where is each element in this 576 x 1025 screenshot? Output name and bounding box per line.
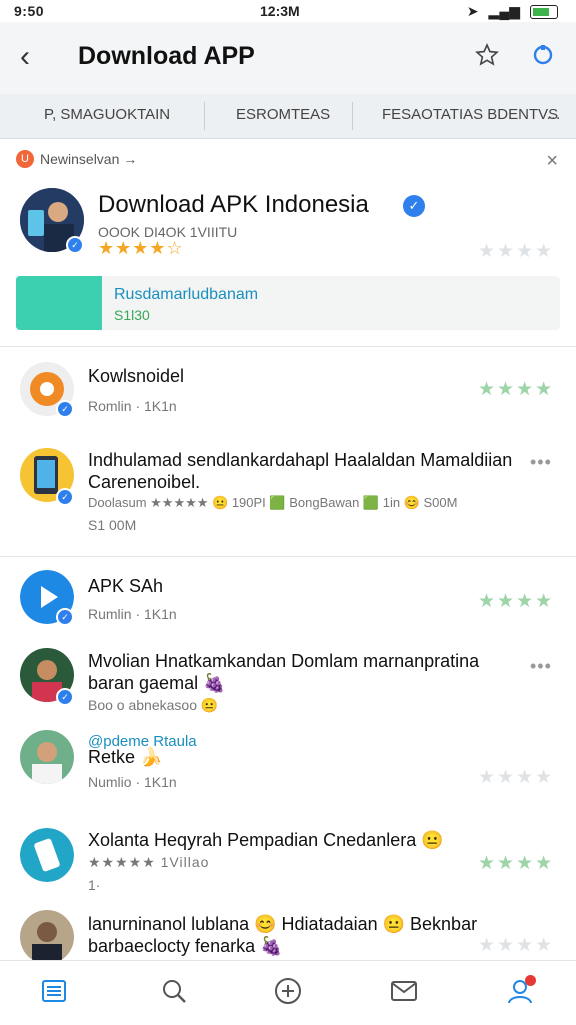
breadcrumb[interactable]: U Newinselvan → xyxy=(16,150,137,168)
app-header: ‹ Download APP xyxy=(0,22,576,94)
tab-3[interactable]: FESAOTATIAS BDENTVS xyxy=(382,106,558,123)
battery-icon xyxy=(530,4,558,19)
list-item-title[interactable]: lanurninanol lublana 😊 Hdiatadaian 😐 Bek… xyxy=(88,914,477,935)
bottom-nav xyxy=(0,960,576,1025)
promo-accent xyxy=(16,276,102,330)
verified-icon: ✓ xyxy=(66,236,84,254)
list-item-meta-2: S1 00M xyxy=(88,517,137,533)
tab-1[interactable]: P, SMAGUOKTAIN xyxy=(44,106,170,123)
list-item-meta: Boo o abnekasoo 😐 xyxy=(88,697,219,713)
more-options-icon[interactable]: ••• xyxy=(530,452,552,473)
status-time: 9:50 xyxy=(14,3,45,19)
status-bar: 9:50 12:3M ➤ ▂▄▆ xyxy=(0,0,576,22)
list-item-title[interactable]: Retke 🍌 xyxy=(88,747,162,768)
divider xyxy=(0,556,576,557)
app-badge-icon: U xyxy=(16,150,34,168)
verified-icon: ✓ xyxy=(56,488,74,506)
rating-stars: ★★★★ xyxy=(478,379,555,400)
app-rating: ★★★★☆ xyxy=(98,238,184,258)
category-tabs: P, SMAGUOKTAIN ESROMTEAS FESAOTATIAS BDE… xyxy=(0,94,576,139)
list-item-meta: Doolasum ★★★★★ 😐 190PI 🟩 BongBawan 🟩 1in… xyxy=(88,495,458,510)
verified-icon: ✓ xyxy=(56,400,74,418)
tab-2[interactable]: ESROMTEAS xyxy=(236,106,330,123)
promo-banner[interactable]: Rusdamarludbanam S1l30 xyxy=(16,276,560,330)
refresh-icon[interactable] xyxy=(528,40,558,70)
app-icon[interactable] xyxy=(20,730,74,784)
rating-stars: ★★★★ xyxy=(478,935,555,956)
mail-icon[interactable] xyxy=(388,975,420,1007)
rating-stars: ★★★★ xyxy=(478,591,555,612)
rating-stars: ★★★★ xyxy=(478,241,555,262)
rating-stars: ★★★★ xyxy=(478,853,555,874)
star-icon[interactable] xyxy=(472,40,502,70)
list-item-meta-2: 1· xyxy=(88,877,101,893)
promo-title: Rusdamarludbanam xyxy=(114,286,259,303)
list-item-title[interactable]: Mvolian Hnatkamkandan Domlam marnanprati… xyxy=(88,651,479,672)
verified-icon: ✓ xyxy=(56,688,74,706)
status-center-time: 12:3M xyxy=(260,3,300,19)
app-icon[interactable] xyxy=(20,828,74,882)
divider xyxy=(0,346,576,347)
verified-icon: ✓ xyxy=(56,608,74,626)
list-item-title[interactable]: APK SAh xyxy=(88,576,163,597)
list-item-meta: Romlin · 1K1n xyxy=(88,398,177,414)
app-icon[interactable] xyxy=(20,910,74,964)
list-item-title-cont: Carenenoibel. xyxy=(88,472,201,492)
list-item-meta: Rumlin · 1K1n xyxy=(88,606,177,622)
signal-icon: ▂▄▆ xyxy=(488,3,520,19)
list-item-title-cont: baran gaemal 🍇 xyxy=(88,673,226,693)
list-item-title[interactable]: Indhulamad sendlankardahapl Haalaldan Ma… xyxy=(88,450,512,471)
back-icon[interactable]: ‹ xyxy=(20,40,30,74)
app-name[interactable]: Download APK Indonesia xyxy=(98,191,369,219)
list-item-title-cont: barbaeclocty fenarka 🍇 xyxy=(88,936,283,956)
verified-badge-icon: ✓ xyxy=(403,195,425,217)
close-icon[interactable]: × xyxy=(546,150,558,173)
location-icon: ➤ xyxy=(466,3,479,19)
profile-icon[interactable] xyxy=(504,975,536,1007)
tab-more-icon[interactable]: … xyxy=(546,106,561,123)
list-item-title[interactable]: Xolanta Heqyrah Pempadian Cnedanlera 😐 xyxy=(88,830,444,851)
list-icon[interactable] xyxy=(38,975,70,1007)
promo-price: S1l30 xyxy=(114,307,150,323)
list-item-meta: ★★★★★ 1Villao xyxy=(88,854,210,870)
add-icon[interactable] xyxy=(272,975,304,1007)
rating-stars: ★★★★ xyxy=(478,767,555,788)
search-icon[interactable] xyxy=(158,975,190,1007)
status-icons: ➤ ▂▄▆ xyxy=(467,3,558,20)
more-options-icon[interactable]: ••• xyxy=(530,656,552,677)
tab-divider xyxy=(352,102,353,130)
notification-dot xyxy=(525,975,536,986)
list-item-meta: Numlio · 1K1n xyxy=(88,774,177,790)
list-item-title[interactable]: Kowlsnoidel xyxy=(88,366,184,387)
page-title: Download APP xyxy=(78,42,255,70)
breadcrumb-label: Newinselvan → xyxy=(40,151,138,167)
tab-divider xyxy=(204,102,205,130)
